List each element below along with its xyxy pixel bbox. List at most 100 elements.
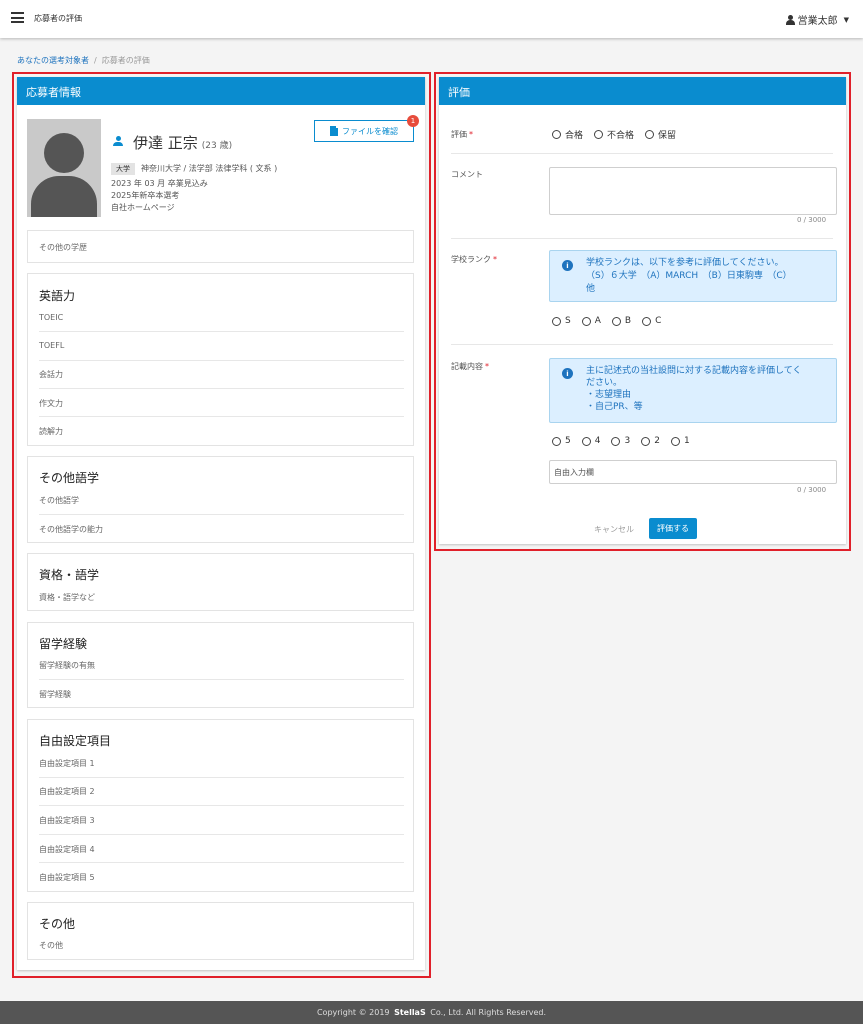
divider	[39, 360, 404, 361]
english-row-writing: 作文力	[39, 399, 63, 408]
other-language-card: その他語学 その他語学 その他語学の能力	[27, 456, 414, 543]
other-language-row: その他語学	[39, 496, 79, 505]
qualification-card: 資格・語学 資格・語学など	[27, 553, 414, 611]
selection-name: 2025年新卒本選考	[111, 191, 180, 200]
content-option-2[interactable]: 2	[641, 436, 660, 446]
english-row-conversation: 会話力	[39, 370, 63, 379]
radio-icon	[552, 130, 561, 139]
school-rank-option-c[interactable]: C	[642, 316, 661, 326]
radio-icon	[645, 130, 655, 139]
content-option-4[interactable]: 4	[581, 436, 600, 446]
comment-char-counter: 0 / 3000	[797, 216, 827, 224]
info-icon: i	[562, 260, 573, 271]
qualification-row: 資格・語学など	[39, 593, 95, 602]
school-rank-radio-group: S A B C	[552, 316, 661, 326]
study-abroad-title: 留学経験	[39, 637, 88, 651]
other-card: その他 その他	[27, 902, 414, 960]
entry-source: 自社ホームページ	[111, 203, 175, 212]
content-info-line3: ・志望理由	[586, 390, 632, 400]
evaluation-panel: 評価 評価 * 合格 不合格 保留 コメント 0 / 3000 学校ランク * i …	[439, 77, 846, 544]
divider	[39, 805, 404, 806]
radio-icon	[641, 436, 651, 446]
school-row: 大学 神奈川大学 / 法学部 法律学科 ( 文系 )	[111, 163, 277, 175]
comment-textarea[interactable]	[549, 167, 837, 215]
english-card: 英語力 TOEIC TOEFL 会話力 作文力 読解力	[27, 273, 414, 446]
hamburger-menu-icon[interactable]	[11, 12, 24, 23]
radio-icon	[642, 316, 652, 326]
caret-down-icon: ▼	[843, 15, 849, 24]
info-icon: i	[562, 368, 573, 379]
custom-field-3: 自由設定項目 3	[39, 816, 95, 825]
check-file-button[interactable]: ファイルを確認	[314, 120, 414, 142]
radio-icon	[670, 436, 680, 446]
content-option-5[interactable]: 5	[552, 436, 571, 446]
divider	[39, 416, 404, 417]
user-menu[interactable]: 営業太郎 ▼	[785, 12, 849, 27]
content-option-3[interactable]: 3	[611, 436, 630, 446]
divider	[39, 388, 404, 389]
comment-label: コメント	[451, 170, 483, 179]
content-radio-group: 5 4 3 2 1	[552, 436, 690, 446]
divider	[39, 331, 404, 332]
other-language-ability-row: その他語学の能力	[39, 525, 103, 534]
study-abroad-experience-row: 留学経験	[39, 690, 71, 699]
school-rank-option-s[interactable]: S	[552, 316, 571, 326]
custom-field-5: 自由設定項目 5	[39, 873, 95, 882]
content-option-1[interactable]: 1	[670, 436, 690, 446]
applicant-photo	[27, 119, 101, 217]
copyright-prefix: Copyright © 2019	[316, 1008, 390, 1017]
breadcrumb-separator: /	[94, 56, 97, 65]
radio-icon	[552, 316, 561, 326]
radio-icon	[581, 316, 591, 326]
divider	[39, 514, 404, 515]
study-abroad-presence-row: 留学経験の有無	[39, 661, 95, 670]
rating-option-hold[interactable]: 保留	[645, 128, 676, 141]
divider	[451, 238, 833, 239]
custom-field-2: 自由設定項目 2	[39, 787, 95, 796]
free-input-char-counter: 0 / 3000	[797, 486, 827, 494]
content-info-line2: ださい。	[586, 378, 623, 388]
rating-label: 評価 *	[451, 130, 473, 139]
file-count-badge: 1	[407, 115, 419, 127]
page-title: 応募者の評価	[34, 14, 82, 23]
content-info-line1: 主に記述式の当社設問に対する記載内容を評価してく	[586, 366, 802, 376]
divider	[39, 834, 404, 835]
radio-icon	[611, 316, 621, 326]
school-rank-info-line3: 他	[586, 284, 596, 294]
school-rank-option-a[interactable]: A	[581, 316, 601, 326]
applicant-panel-header: 応募者情報	[17, 77, 425, 105]
custom-field-1: 自由設定項目 1	[39, 759, 95, 768]
breadcrumb-current: 応募者の評価	[101, 56, 150, 65]
divider	[39, 777, 404, 778]
breadcrumb-parent-link[interactable]: あなたの選考対象者	[17, 56, 89, 65]
applicant-age: (23 歳)	[201, 141, 233, 151]
other-education-card: その他の学歴	[27, 230, 414, 263]
other-language-title: その他語学	[39, 471, 100, 485]
divider	[451, 153, 833, 154]
school-type-tag: 大学	[111, 163, 135, 175]
other-title: その他	[39, 917, 76, 931]
radio-icon	[581, 436, 591, 446]
radio-icon	[594, 130, 604, 139]
english-row-toefl: TOEFL	[39, 341, 65, 350]
applicant-panel-body: 伊達 正宗 (23 歳) ファイルを確認 1 大学 神奈川大学 / 法学部 法律学科…	[17, 105, 425, 970]
qualification-title: 資格・語学	[39, 568, 100, 582]
footer: Copyright © 2019 StellaS Co., Ltd. All R…	[0, 1001, 863, 1024]
user-icon	[785, 14, 795, 25]
applicant-info-panel: 応募者情報 伊達 正宗 (23 歳) ファイルを確認 1 大学 神奈川大学 / 法学…	[17, 77, 425, 970]
content-info-box: i 主に記述式の当社設問に対する記載内容を評価してく ださい。 ・志望理由 ・自…	[549, 358, 837, 423]
top-navbar: 応募者の評価 営業太郎 ▼	[0, 0, 863, 38]
school-rank-option-b[interactable]: B	[611, 316, 631, 326]
user-name: 営業太郎	[797, 16, 838, 27]
applicant-name-row: 伊達 正宗 (23 歳)	[133, 132, 232, 153]
person-icon	[113, 136, 123, 147]
rating-option-fail[interactable]: 不合格	[594, 128, 634, 141]
english-title: 英語力	[39, 289, 76, 303]
cancel-button[interactable]: キャンセル	[594, 524, 634, 535]
divider	[39, 862, 404, 863]
submit-evaluation-button[interactable]: 評価する	[649, 518, 697, 539]
divider	[451, 344, 833, 345]
school-rank-info-line2: （S）６大学 （A）MARCH （B）日東駒専 （C）	[586, 271, 792, 281]
free-input-field[interactable]: 自由入力欄	[549, 460, 837, 484]
rating-option-pass[interactable]: 合格	[552, 128, 583, 141]
